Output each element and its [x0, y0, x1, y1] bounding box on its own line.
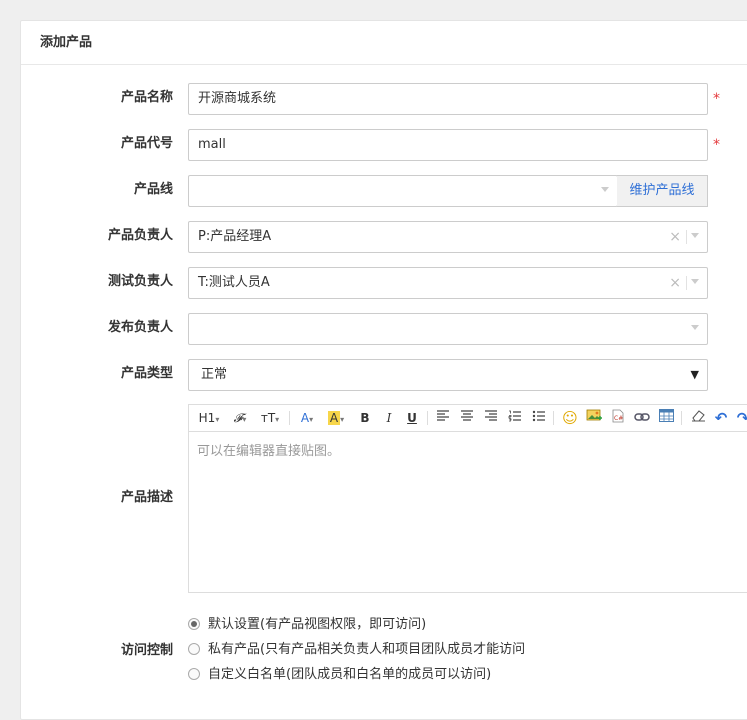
- radio-button[interactable]: [188, 618, 200, 630]
- code-icon[interactable]: C#: [609, 409, 627, 427]
- toolbar-divider: [553, 411, 554, 425]
- font-size-button[interactable]: тT▾: [257, 409, 283, 427]
- image-icon[interactable]: [585, 409, 603, 427]
- font-color-button[interactable]: A▾: [297, 409, 317, 427]
- acl-option-label: 默认设置(有产品视图权限，即可访问): [208, 617, 427, 632]
- access-control-label: 访问控制: [120, 643, 173, 658]
- highlight-color-button[interactable]: A ▾: [325, 409, 347, 427]
- required-mark: *: [713, 137, 720, 153]
- caret-down-icon: ▼: [690, 368, 699, 381]
- chevron-down-icon: [691, 279, 699, 284]
- product-code-label: 产品代号: [120, 136, 173, 151]
- italic-button[interactable]: I: [381, 409, 397, 427]
- divider: [686, 276, 687, 290]
- toolbar-divider: [681, 411, 682, 425]
- font-family-button[interactable]: 𝓕▾: [229, 409, 251, 427]
- product-owner-select[interactable]: P:产品经理A ×: [188, 221, 708, 253]
- divider: [686, 230, 687, 244]
- svg-text:C#: C#: [614, 415, 623, 422]
- description-label: 产品描述: [120, 490, 173, 505]
- eraser-icon[interactable]: [689, 409, 707, 427]
- product-type-value: 正常: [201, 367, 228, 382]
- description-editor[interactable]: H1▾ 𝓕▾ тT▾ A▾ A ▾ B I U ☺ C# ↶ ↷ 可以在编辑器直…: [188, 404, 747, 593]
- acl-option-default[interactable]: 默认设置(有产品视图权限，即可访问): [188, 615, 426, 635]
- product-line-label: 产品线: [133, 182, 173, 197]
- link-icon[interactable]: [633, 409, 651, 427]
- align-right-icon[interactable]: [483, 409, 499, 427]
- editor-placeholder: 可以在编辑器直接贴图。: [197, 444, 341, 459]
- product-type-label: 产品类型: [120, 366, 173, 381]
- chevron-down-icon: [691, 325, 699, 330]
- product-line-select[interactable]: [188, 175, 618, 207]
- qa-owner-select[interactable]: T:测试人员A ×: [188, 267, 708, 299]
- emoticon-icon[interactable]: ☺: [561, 409, 579, 427]
- maintain-product-line-button[interactable]: 维护产品线: [617, 175, 708, 207]
- release-owner-select[interactable]: [188, 313, 708, 345]
- product-type-select[interactable]: 正常 ▼: [188, 359, 708, 391]
- release-owner-label: 发布负责人: [107, 320, 173, 335]
- chevron-down-icon: [691, 233, 699, 238]
- ordered-list-icon[interactable]: [507, 409, 523, 427]
- product-owner-label: 产品负责人: [107, 228, 173, 243]
- toolbar-divider: [427, 411, 428, 425]
- align-center-icon[interactable]: [459, 409, 475, 427]
- radio-button[interactable]: [188, 643, 200, 655]
- qa-owner-value: T:测试人员A: [198, 275, 270, 290]
- acl-option-custom[interactable]: 自定义白名单(团队成员和白名单的成员可以访问): [188, 665, 491, 685]
- align-left-icon[interactable]: [435, 409, 451, 427]
- toolbar-divider: [289, 411, 290, 425]
- product-code-input[interactable]: mall: [188, 129, 708, 161]
- product-owner-value: P:产品经理A: [198, 229, 272, 244]
- qa-owner-label: 测试负责人: [107, 274, 173, 289]
- heading-button[interactable]: H1▾: [195, 409, 223, 427]
- editor-toolbar: H1▾ 𝓕▾ тT▾ A▾ A ▾ B I U ☺ C# ↶ ↷: [189, 405, 747, 432]
- required-mark: *: [713, 91, 720, 107]
- chevron-down-icon: [601, 187, 609, 192]
- acl-option-label: 自定义白名单(团队成员和白名单的成员可以访问): [208, 667, 492, 682]
- bullet-list-icon[interactable]: [531, 409, 547, 427]
- clear-icon[interactable]: ×: [669, 268, 681, 298]
- radio-button[interactable]: [188, 668, 200, 680]
- acl-option-label: 私有产品(只有产品相关负责人和项目团队成员才能访问: [208, 642, 526, 657]
- add-product-panel: 添加产品 产品名称 开源商城系统 * 产品代号 mall * 产品线 维护产品线…: [20, 20, 747, 720]
- product-name-label: 产品名称: [120, 90, 173, 105]
- acl-option-private[interactable]: 私有产品(只有产品相关负责人和项目团队成员才能访问: [188, 640, 525, 660]
- panel-title: 添加产品: [21, 21, 747, 65]
- undo-icon[interactable]: ↶: [713, 409, 729, 427]
- underline-button[interactable]: U: [404, 409, 420, 427]
- clear-icon[interactable]: ×: [669, 222, 681, 252]
- product-name-input[interactable]: 开源商城系统: [188, 83, 708, 115]
- redo-icon[interactable]: ↷: [735, 409, 747, 427]
- table-icon[interactable]: [657, 409, 675, 427]
- bold-button[interactable]: B: [357, 409, 373, 427]
